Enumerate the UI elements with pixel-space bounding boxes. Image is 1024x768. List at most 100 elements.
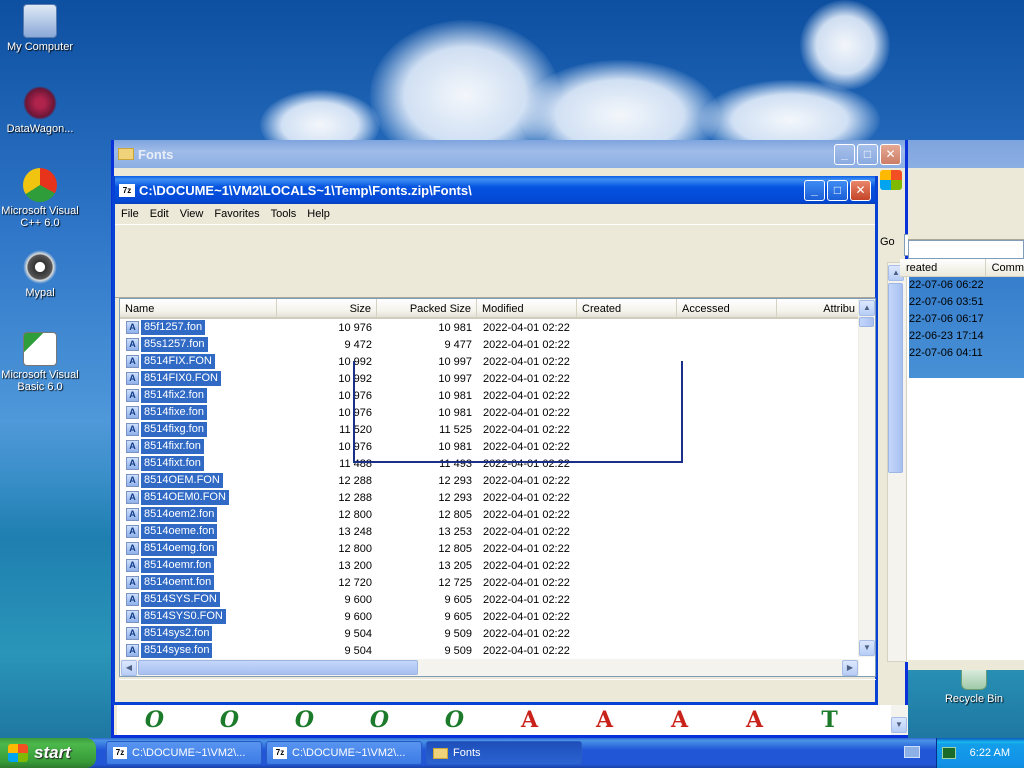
taskbar-button-fonts[interactable]: Fonts bbox=[426, 741, 582, 765]
opentype-font-icon[interactable]: O bbox=[192, 705, 267, 735]
taskbar-button-label: C:\DOCUME~1\VM2\... bbox=[292, 747, 406, 759]
7zip-titlebar[interactable]: 7z C:\DOCUME~1\VM2\LOCALS~1\Temp\Fonts.z… bbox=[115, 176, 875, 204]
file-size: 10 976 bbox=[338, 321, 372, 334]
visual-cpp-icon bbox=[23, 168, 57, 202]
table-row[interactable]: A 8514oemr.fon 13 200 13 205 2022-04-01 02:2… bbox=[120, 557, 875, 574]
desktop-icon-visual-cpp[interactable]: Microsoft Visual C++ 6.0 bbox=[0, 168, 80, 229]
file-list[interactable]: Name Size Packed Size Modified Created A… bbox=[119, 298, 876, 677]
close-button[interactable]: ✕ bbox=[850, 179, 871, 201]
opentype-font-icon[interactable]: O bbox=[342, 705, 417, 735]
column-header-name[interactable]: Name bbox=[120, 299, 277, 317]
toolbar bbox=[115, 224, 875, 298]
font-file-icon: A bbox=[126, 491, 139, 504]
minimize-button[interactable]: _ bbox=[834, 143, 855, 165]
7zip-app-icon: 7z bbox=[113, 747, 127, 759]
menu-tools[interactable]: Tools bbox=[271, 208, 297, 220]
column-header-attributes[interactable]: Attribu bbox=[777, 299, 860, 317]
go-button[interactable]: Go bbox=[880, 236, 895, 248]
table-row[interactable]: A 8514OEM.FON 12 288 12 293 2022-04-01 02:22 bbox=[120, 472, 875, 489]
desktop-icon-label: Mypal bbox=[25, 287, 55, 299]
clock[interactable]: 6:22 AM bbox=[970, 747, 1010, 759]
scroll-down-button[interactable]: ▼ bbox=[859, 640, 875, 656]
file-packed-size: 12 293 bbox=[438, 491, 472, 504]
file-name: 85s1257.fon bbox=[141, 337, 208, 352]
keyboard-icon[interactable] bbox=[904, 746, 920, 758]
table-row[interactable]: A 8514sys2.fon 9 504 9 509 2022-04-01 02:22 bbox=[120, 625, 875, 642]
scroll-thumb[interactable] bbox=[859, 317, 874, 327]
table-row[interactable]: A 85f1257.fon 10 976 10 981 2022-04-01 02:22 bbox=[120, 319, 875, 336]
column-header-comments[interactable]: Comm bbox=[986, 259, 1024, 276]
file-name: 8514fixg.fon bbox=[141, 422, 207, 437]
7zip-window[interactable]: 7z C:\DOCUME~1\VM2\LOCALS~1\Temp\Fonts.z… bbox=[112, 176, 878, 705]
menu-help[interactable]: Help bbox=[307, 208, 330, 220]
desktop-icon-mypal[interactable]: Mypal bbox=[0, 250, 80, 299]
menu-favorites[interactable]: Favorites bbox=[214, 208, 259, 220]
network-icon[interactable] bbox=[941, 747, 956, 759]
maximize-button[interactable]: □ bbox=[827, 179, 848, 201]
desktop-icon-datawagon[interactable]: DataWagon... bbox=[0, 86, 80, 135]
menu-edit[interactable]: Edit bbox=[150, 208, 169, 220]
file-size: 12 288 bbox=[338, 474, 372, 487]
file-modified: 2022-04-01 02:22 bbox=[483, 627, 570, 640]
column-header-accessed[interactable]: Accessed bbox=[677, 299, 777, 317]
table-row[interactable]: A 8514SYS0.FON 9 600 9 605 2022-04-01 02:22 bbox=[120, 608, 875, 625]
maximize-button[interactable]: □ bbox=[857, 143, 878, 165]
horizontal-scrollbar[interactable]: ◀ ▶ bbox=[120, 659, 859, 676]
file-size: 12 720 bbox=[338, 576, 372, 589]
created-date: 22-06-23 17:14 bbox=[909, 330, 984, 342]
table-row[interactable]: A 8514oemg.fon 12 800 12 805 2022-04-01 02:2… bbox=[120, 540, 875, 557]
desktop-icon-recycle-bin[interactable]: Recycle Bin bbox=[934, 664, 1014, 705]
menu-view[interactable]: View bbox=[180, 208, 204, 220]
raster-font-icon[interactable]: A bbox=[492, 705, 567, 735]
start-button[interactable]: start bbox=[0, 738, 96, 768]
column-header-size[interactable]: Size bbox=[277, 299, 377, 317]
scroll-right-button[interactable]: ▶ bbox=[842, 659, 858, 676]
opentype-font-icon[interactable]: O bbox=[117, 705, 192, 735]
file-size: 9 504 bbox=[344, 644, 372, 657]
file-name: 8514oem2.fon bbox=[141, 507, 218, 522]
table-row[interactable]: A 8514oeme.fon 13 248 13 253 2022-04-01 02:2… bbox=[120, 523, 875, 540]
raster-font-icon[interactable]: A bbox=[717, 705, 792, 735]
scroll-thumb[interactable] bbox=[138, 660, 418, 675]
scroll-left-button[interactable]: ◀ bbox=[121, 659, 137, 676]
column-header-packed-size[interactable]: Packed Size bbox=[377, 299, 477, 317]
raster-font-icon[interactable]: A bbox=[642, 705, 717, 735]
menu-file[interactable]: File bbox=[121, 208, 139, 220]
taskbar-button-7zip-1[interactable]: 7z C:\DOCUME~1\VM2\... bbox=[106, 741, 262, 765]
scroll-up-button[interactable]: ▲ bbox=[859, 300, 875, 316]
7zip-app-icon: 7z bbox=[119, 183, 135, 197]
scroll-down-button[interactable]: ▼ bbox=[891, 717, 907, 733]
minimize-button[interactable]: _ bbox=[804, 179, 825, 201]
truetype-font-icon[interactable]: T bbox=[792, 705, 867, 735]
desktop-icon-visual-basic[interactable]: Microsoft Visual Basic 6.0 bbox=[0, 332, 80, 393]
table-row[interactable]: A 8514oemt.fon 12 720 12 725 2022-04-01 02:2… bbox=[120, 574, 875, 591]
cloud bbox=[800, 0, 890, 90]
visual-basic-icon bbox=[23, 332, 57, 366]
file-packed-size: 10 981 bbox=[438, 321, 472, 334]
column-header-created[interactable]: reated bbox=[900, 259, 986, 276]
file-name: 8514fix2.fon bbox=[141, 388, 207, 403]
address-input[interactable] bbox=[908, 240, 1024, 259]
file-packed-size: 12 805 bbox=[438, 542, 472, 555]
font-file-icon: A bbox=[126, 627, 139, 640]
font-file-icon: A bbox=[126, 559, 139, 572]
opentype-font-icon[interactable]: O bbox=[267, 705, 342, 735]
opentype-font-icon[interactable]: O bbox=[417, 705, 492, 735]
desktop-icon-my-computer[interactable]: My Computer bbox=[0, 4, 80, 53]
column-header-modified[interactable]: Modified bbox=[477, 299, 577, 317]
taskbar-button-7zip-2[interactable]: 7z C:\DOCUME~1\VM2\... bbox=[266, 741, 422, 765]
table-row[interactable]: A 8514OEM0.FON 12 288 12 293 2022-04-01 02:2… bbox=[120, 489, 875, 506]
file-rows: A 85f1257.fon 10 976 10 981 2022-04-01 02:22… bbox=[120, 319, 875, 658]
file-name: 8514syse.fon bbox=[141, 643, 213, 658]
vertical-scrollbar[interactable]: ▲ ▼ bbox=[858, 299, 875, 657]
7zip-app-icon: 7z bbox=[273, 747, 287, 759]
table-row[interactable]: A 8514SYS.FON 9 600 9 605 2022-04-01 02:22 bbox=[120, 591, 875, 608]
fonts-window-titlebar[interactable]: Fonts _ □ ✕ bbox=[114, 140, 905, 168]
table-row[interactable]: A 85s1257.fon 9 472 9 477 2022-04-01 02:22 bbox=[120, 336, 875, 353]
column-header-created[interactable]: Created bbox=[577, 299, 677, 317]
7zip-window-title: C:\DOCUME~1\VM2\LOCALS~1\Temp\Fonts.zip\… bbox=[139, 182, 472, 198]
table-row[interactable]: A 8514syse.fon 9 504 9 509 2022-04-01 02:22 bbox=[120, 642, 875, 658]
close-button[interactable]: ✕ bbox=[880, 143, 901, 165]
raster-font-icon[interactable]: A bbox=[567, 705, 642, 735]
table-row[interactable]: A 8514oem2.fon 12 800 12 805 2022-04-01 02:2… bbox=[120, 506, 875, 523]
